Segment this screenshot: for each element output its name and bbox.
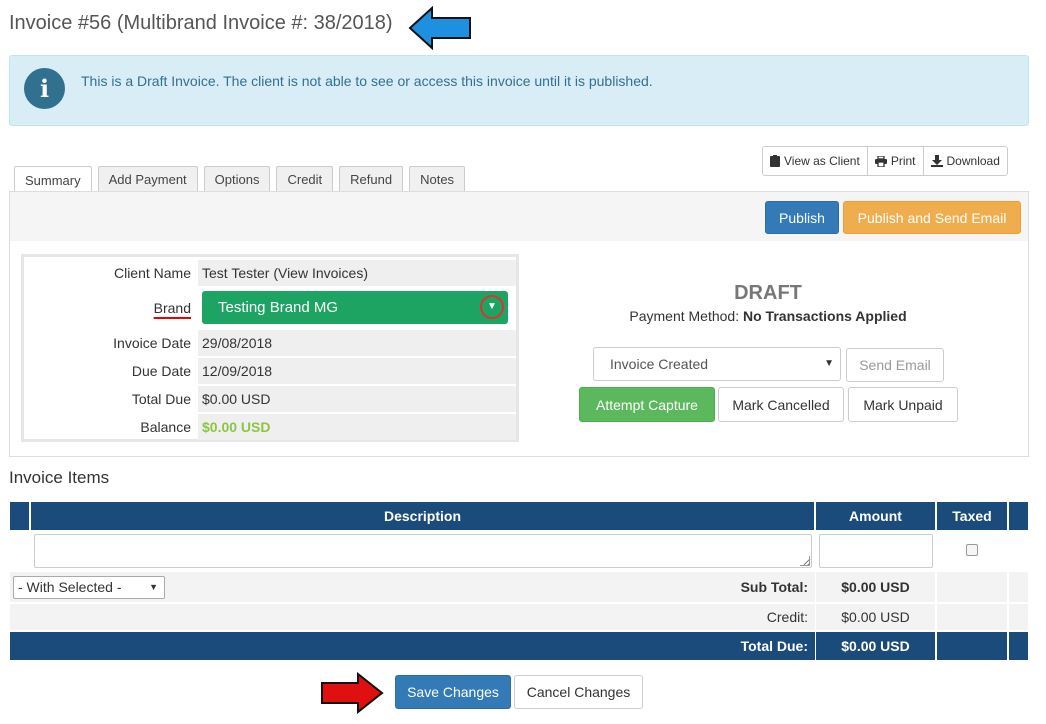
alert-text: This is a Draft Invoice. The client is n…: [81, 73, 653, 89]
email-template-select[interactable]: Invoice Created ▼: [593, 347, 841, 381]
tab-add-payment[interactable]: Add Payment: [97, 166, 198, 192]
chevron-down-icon: ▼: [824, 358, 834, 369]
publish-button[interactable]: Publish: [765, 201, 839, 234]
due-date-value: 12/09/2018: [198, 358, 516, 384]
clipboard-icon: [770, 155, 780, 167]
chevron-down-icon[interactable]: ▼: [480, 295, 504, 319]
page-title: Invoice #56 (Multibrand Invoice #: 38/20…: [9, 12, 393, 34]
print-label: Print: [890, 154, 916, 168]
mark-unpaid-button[interactable]: Mark Unpaid: [848, 387, 958, 422]
client-name-value[interactable]: Test Tester (View Invoices): [198, 260, 516, 286]
mark-cancelled-button[interactable]: Mark Cancelled: [718, 387, 844, 422]
amount-column-header: Amount: [816, 502, 935, 530]
balance-label: Balance: [140, 419, 191, 435]
printer-icon: [874, 155, 887, 167]
payment-method-value: No Transactions Applied: [743, 308, 907, 324]
description-column-header: Description: [31, 502, 814, 530]
brand-select[interactable]: Testing Brand MG ▼: [202, 291, 508, 324]
taxed-column-header: Taxed: [937, 502, 1007, 530]
select-column-header: [10, 502, 29, 530]
chevron-down-icon: ▼: [149, 582, 158, 592]
brand-label: Brand: [153, 300, 191, 316]
invoice-status-title: DRAFT: [734, 282, 802, 304]
payment-method: Payment Method: No Transactions Applied: [570, 308, 966, 324]
balance-row: Balance $0.00 USD: [24, 414, 516, 440]
resize-handle-icon[interactable]: [800, 556, 810, 566]
send-email-button[interactable]: Send Email: [846, 348, 944, 382]
attempt-capture-button[interactable]: Attempt Capture: [579, 387, 715, 422]
amount-input[interactable]: [819, 534, 933, 568]
description-input[interactable]: [34, 534, 812, 568]
invoice-date-row: Invoice Date 29/08/2018: [24, 330, 516, 356]
invoice-date-value: 29/08/2018: [198, 330, 516, 356]
view-as-client-label: View as Client: [784, 154, 860, 168]
credit-value: $0.00 USD: [841, 609, 910, 625]
publish-and-send-email-button[interactable]: Publish and Send Email: [843, 201, 1021, 234]
balance-value: $0.00 USD: [198, 414, 516, 440]
client-info-table: Client Name Test Tester (View Invoices) …: [21, 254, 519, 442]
draft-alert: i This is a Draft Invoice. The client is…: [9, 55, 1029, 126]
tab-credit[interactable]: Credit: [276, 166, 334, 192]
invoice-tabs: Summary Add Payment Options Credit Refun…: [14, 166, 466, 193]
total-due-value-cell: $0.00 USD: [816, 632, 935, 660]
payment-method-label: Payment Method:: [629, 308, 740, 324]
due-date-row: Due Date 12/09/2018: [24, 358, 516, 384]
save-changes-button[interactable]: Save Changes: [395, 675, 511, 709]
client-name-row: Client Name Test Tester (View Invoices): [24, 260, 516, 286]
subtotal-value: $0.00 USD: [841, 579, 910, 595]
invoice-items-title: Invoice Items: [9, 468, 110, 487]
download-icon: [930, 155, 943, 167]
tab-notes[interactable]: Notes: [409, 166, 466, 192]
invoice-date-label: Invoice Date: [113, 335, 191, 351]
tab-refund[interactable]: Refund: [339, 166, 404, 192]
info-icon: i: [24, 68, 65, 109]
email-template-value: Invoice Created: [610, 356, 709, 372]
download-button[interactable]: Download: [923, 146, 1008, 176]
cancel-changes-button[interactable]: Cancel Changes: [514, 675, 643, 709]
delete-column-header: [1009, 502, 1028, 530]
credit-label: Credit:: [766, 609, 808, 625]
total-due-row: Total Due $0.00 USD: [24, 386, 516, 412]
brand-row: Brand Testing Brand MG ▼: [24, 291, 516, 324]
with-selected-select[interactable]: - With Selected - ▼: [13, 576, 165, 599]
tab-summary[interactable]: Summary: [14, 166, 92, 193]
client-name-label: Client Name: [113, 265, 191, 281]
brand-select-value: Testing Brand MG: [218, 299, 339, 316]
invoice-toolbar: View as Client Print Download: [762, 146, 1008, 176]
taxed-checkbox[interactable]: [966, 544, 978, 556]
with-selected-value: - With Selected -: [18, 579, 122, 595]
download-label: Download: [946, 154, 1000, 168]
view-as-client-button[interactable]: View as Client: [762, 146, 868, 176]
annotation-blue-arrow-icon: [408, 6, 471, 50]
print-button[interactable]: Print: [867, 146, 924, 176]
total-due-label: Total Due: [131, 391, 191, 407]
summary-panel: Publish Publish and Send Email Client Na…: [9, 191, 1029, 457]
tab-options[interactable]: Options: [203, 166, 271, 192]
total-due-value: $0.00 USD: [198, 386, 516, 412]
due-date-label: Due Date: [131, 363, 191, 379]
total-due-label-cell: Total Due:: [10, 632, 815, 660]
annotation-red-arrow-icon: [321, 672, 384, 714]
subtotal-label: Sub Total:: [740, 579, 808, 595]
